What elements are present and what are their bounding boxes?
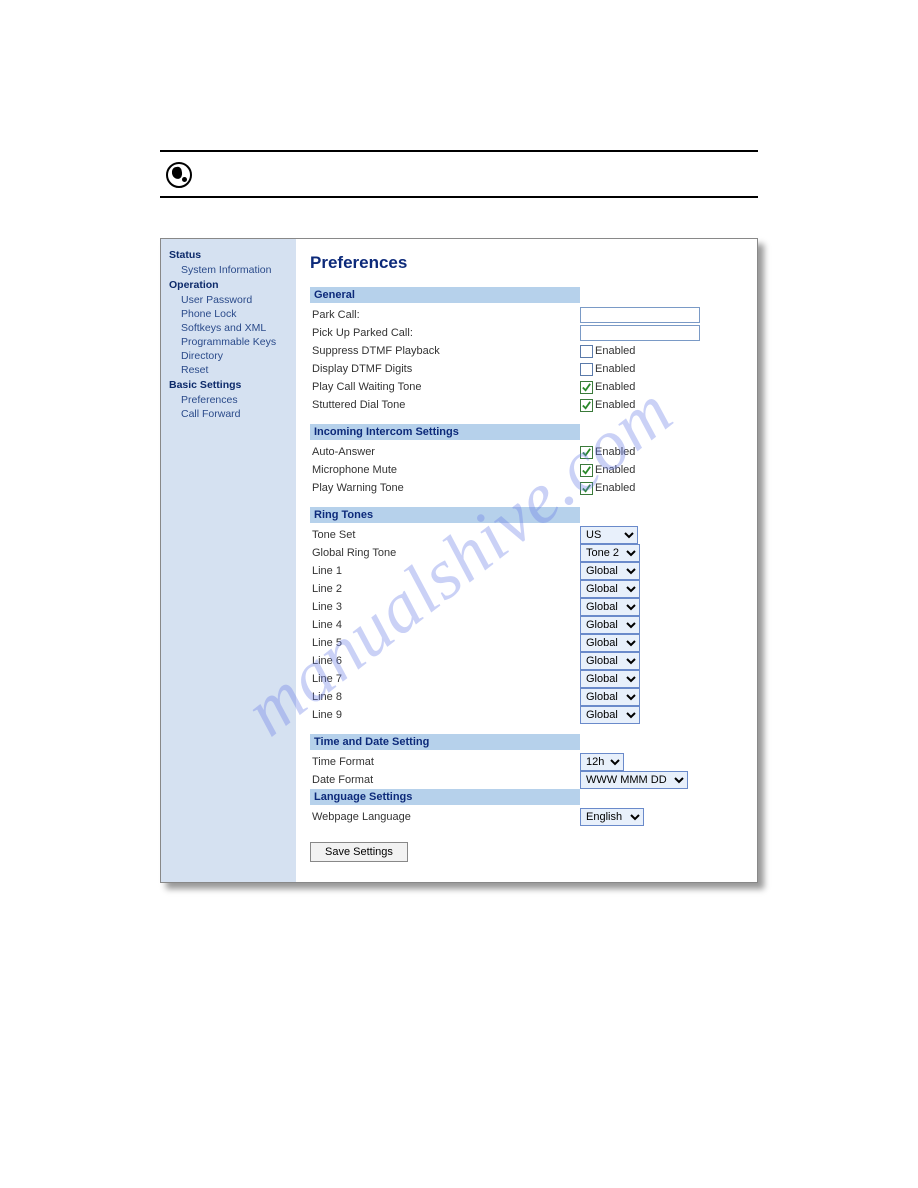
checkbox-stuttered[interactable] (580, 399, 593, 412)
sidebar-item-user-password[interactable]: User Password (181, 293, 290, 307)
label-line-6: Line 6 (310, 655, 580, 667)
section-heading-general: General (310, 287, 580, 303)
select-line-6[interactable]: Global (580, 652, 640, 670)
checkbox-play-warning[interactable] (580, 482, 593, 495)
select-date-format[interactable]: WWW MMM DD (580, 771, 688, 789)
sidebar: Status System Information Operation User… (161, 239, 296, 882)
label-stuttered: Stuttered Dial Tone (310, 399, 580, 411)
section-heading-language: Language Settings (310, 789, 580, 805)
sidebar-item-softkeys-xml[interactable]: Softkeys and XML (181, 321, 290, 335)
label-pickup-parked: Pick Up Parked Call: (310, 327, 580, 339)
select-global-ring[interactable]: Tone 2 (580, 544, 640, 562)
select-line-2[interactable]: Global (580, 580, 640, 598)
enabled-text: Enabled (595, 446, 635, 458)
label-line-9: Line 9 (310, 709, 580, 721)
label-line-7: Line 7 (310, 673, 580, 685)
select-time-format[interactable]: 12h (580, 753, 624, 771)
label-webpage-language: Webpage Language (310, 811, 580, 823)
sidebar-item-phone-lock[interactable]: Phone Lock (181, 307, 290, 321)
label-park-call: Park Call: (310, 309, 580, 321)
label-line-5: Line 5 (310, 637, 580, 649)
sidebar-head-operation: Operation (169, 279, 290, 291)
label-display-dtmf: Display DTMF Digits (310, 363, 580, 375)
label-line-8: Line 8 (310, 691, 580, 703)
label-play-warning: Play Warning Tone (310, 482, 580, 494)
input-park-call[interactable] (580, 307, 700, 323)
save-settings-button[interactable]: Save Settings (310, 842, 408, 862)
checkbox-mic-mute[interactable] (580, 464, 593, 477)
label-play-cwt: Play Call Waiting Tone (310, 381, 580, 393)
select-line-4[interactable]: Global (580, 616, 640, 634)
sidebar-item-reset[interactable]: Reset (181, 363, 290, 377)
select-line-9[interactable]: Global (580, 706, 640, 724)
enabled-text: Enabled (595, 464, 635, 476)
select-line-3[interactable]: Global (580, 598, 640, 616)
label-line-1: Line 1 (310, 565, 580, 577)
section-heading-ringtones: Ring Tones (310, 507, 580, 523)
label-line-3: Line 3 (310, 601, 580, 613)
sidebar-item-call-forward[interactable]: Call Forward (181, 407, 290, 421)
label-global-ring: Global Ring Tone (310, 547, 580, 559)
checkbox-display-dtmf[interactable] (580, 363, 593, 376)
preferences-panel: manualshive.com Status System Informatio… (160, 238, 758, 883)
label-tone-set: Tone Set (310, 529, 580, 541)
section-heading-intercom: Incoming Intercom Settings (310, 424, 580, 440)
checkbox-play-cwt[interactable] (580, 381, 593, 394)
label-suppress-dtmf: Suppress DTMF Playback (310, 345, 580, 357)
label-auto-answer: Auto-Answer (310, 446, 580, 458)
select-line-1[interactable]: Global (580, 562, 640, 580)
enabled-text: Enabled (595, 482, 635, 494)
label-line-2: Line 2 (310, 583, 580, 595)
input-pickup-parked[interactable] (580, 325, 700, 341)
label-line-4: Line 4 (310, 619, 580, 631)
select-line-8[interactable]: Global (580, 688, 640, 706)
enabled-text: Enabled (595, 363, 635, 375)
page-title: Preferences (310, 253, 743, 273)
label-date-format: Date Format (310, 774, 580, 786)
content-area: Preferences General Park Call: Pick Up P… (296, 239, 757, 882)
label-time-format: Time Format (310, 756, 580, 768)
globe-icon (166, 162, 192, 188)
select-line-5[interactable]: Global (580, 634, 640, 652)
checkbox-auto-answer[interactable] (580, 446, 593, 459)
sidebar-item-directory[interactable]: Directory (181, 349, 290, 363)
section-heading-timedate: Time and Date Setting (310, 734, 580, 750)
sidebar-item-programmable-keys[interactable]: Programmable Keys (181, 335, 290, 349)
label-mic-mute: Microphone Mute (310, 464, 580, 476)
select-webpage-language[interactable]: English (580, 808, 644, 826)
sidebar-head-status: Status (169, 249, 290, 261)
sidebar-item-preferences[interactable]: Preferences (181, 393, 290, 407)
select-tone-set[interactable]: US (580, 526, 638, 544)
sidebar-item-system-information[interactable]: System Information (181, 263, 290, 277)
sidebar-head-basic-settings: Basic Settings (169, 379, 290, 391)
enabled-text: Enabled (595, 381, 635, 393)
checkbox-suppress-dtmf[interactable] (580, 345, 593, 358)
enabled-text: Enabled (595, 345, 635, 357)
enabled-text: Enabled (595, 399, 635, 411)
select-line-7[interactable]: Global (580, 670, 640, 688)
